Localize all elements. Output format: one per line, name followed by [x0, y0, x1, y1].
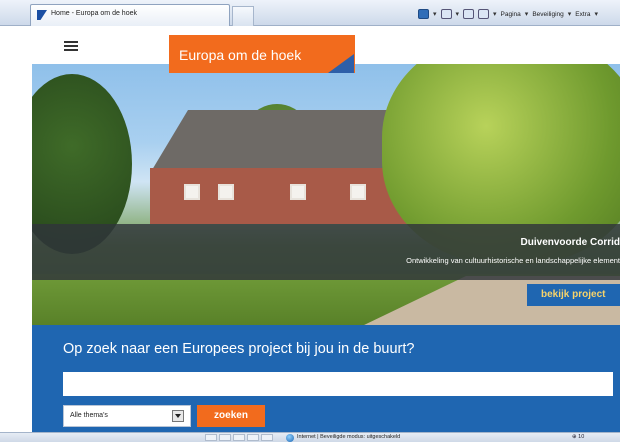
view-project-button[interactable]: bekijk project — [527, 284, 620, 306]
browser-toolbar: Home - Europa om de hoek ▾ ▾ ▾ Pagina ▾ … — [0, 0, 620, 26]
brand-logo[interactable]: Europa om de hoek — [169, 35, 355, 73]
browser-tab[interactable]: Home - Europa om de hoek — [30, 4, 230, 26]
search-button[interactable]: zoeken — [197, 405, 265, 427]
house-window — [290, 184, 306, 200]
brand-name: Europa om de hoek — [179, 47, 302, 63]
status-cells — [205, 434, 273, 441]
theme-select-value: Alle thema's — [70, 412, 108, 419]
search-input[interactable] — [63, 372, 613, 396]
site-favicon-icon — [37, 10, 47, 20]
menu-extra[interactable]: Extra — [575, 11, 590, 18]
feeds-icon[interactable] — [440, 9, 452, 19]
hero-caption: Duivenvoorde Corrid Ontwikkeling van cul… — [32, 224, 620, 280]
house-window — [218, 184, 234, 200]
command-bar: ▾ ▾ ▾ Pagina ▾ Beveiliging ▾ Extra ▾ — [418, 7, 598, 21]
dropdown-arrow-icon[interactable]: ▾ — [493, 10, 497, 18]
print-icon[interactable] — [478, 9, 490, 19]
dropdown-arrow-icon: ▾ — [567, 11, 572, 18]
browser-statusbar: Internet | Beveiligde modus: uitgeschake… — [0, 432, 620, 442]
house-window — [184, 184, 200, 200]
hero-title: Duivenvoorde Corrid — [520, 237, 620, 248]
dropdown-arrow-icon[interactable]: ▾ — [456, 10, 460, 18]
hero-subtitle: Ontwikkeling van cultuurhistorische en l… — [406, 256, 620, 265]
page-margin — [0, 64, 32, 432]
search-heading: Op zoek naar een Europees project bij jo… — [63, 341, 415, 357]
hamburger-menu-icon[interactable] — [64, 41, 78, 51]
status-cell — [247, 434, 259, 441]
new-tab-button[interactable] — [232, 6, 254, 26]
search-panel: Op zoek naar een Europees project bij jo… — [32, 325, 620, 432]
security-zone[interactable]: Internet | Beveiligde modus: uitgeschake… — [297, 434, 400, 440]
chevron-down-icon[interactable] — [172, 410, 184, 422]
zoom-level[interactable]: ⊕ 10 — [572, 434, 584, 440]
theme-select[interactable]: Alle thema's — [63, 405, 191, 427]
menu-beveiliging[interactable]: Beveiliging — [532, 11, 563, 18]
dropdown-arrow-icon[interactable]: ▾ — [433, 10, 437, 18]
mail-icon[interactable] — [463, 9, 475, 19]
dropdown-arrow-icon: ▾ — [524, 11, 529, 18]
tab-title: Home - Europa om de hoek — [51, 10, 137, 17]
home-icon[interactable] — [418, 9, 429, 19]
status-cell — [219, 434, 231, 441]
status-cell — [205, 434, 217, 441]
globe-icon — [286, 434, 294, 442]
status-cell — [261, 434, 273, 441]
menu-pagina[interactable]: Pagina — [501, 11, 521, 18]
house-window — [350, 184, 366, 200]
dropdown-arrow-icon: ▾ — [594, 11, 598, 18]
status-cell — [233, 434, 245, 441]
